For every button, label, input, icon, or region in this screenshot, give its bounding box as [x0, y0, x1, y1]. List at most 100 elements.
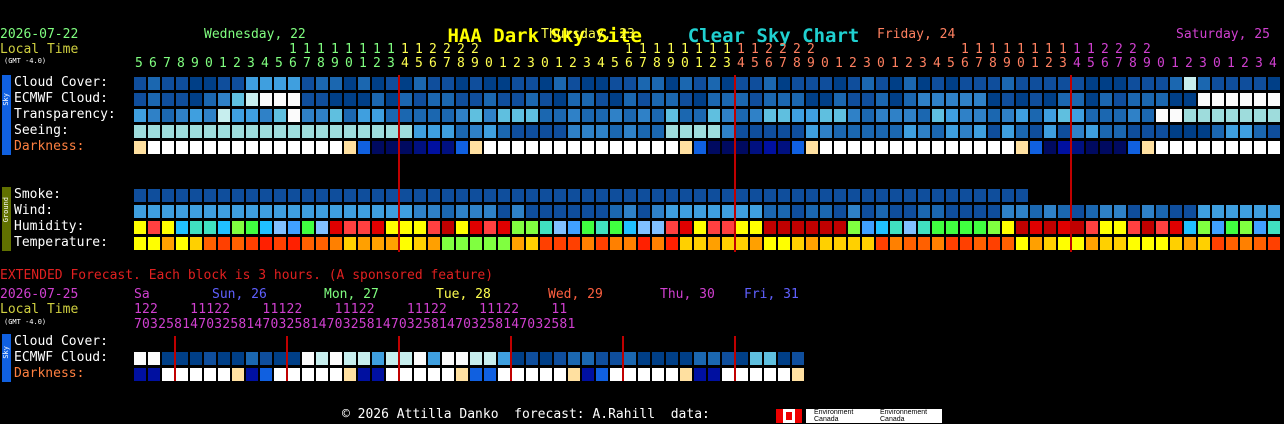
seeing-cell: [316, 125, 328, 138]
wind-cell: [1212, 205, 1224, 218]
smoke-cell: [526, 189, 538, 202]
ext-ecmwf-cloud-cell: [708, 352, 720, 365]
cloud-cover-cell: [624, 77, 636, 90]
hour-tens-digit: 2: [1129, 42, 1137, 57]
hour-digit: 9: [471, 56, 479, 71]
seeing-cell: [946, 125, 958, 138]
ext-darkness-cell: [512, 368, 524, 381]
hour-digit: 5: [275, 56, 283, 71]
humidity-cell: [288, 221, 300, 234]
wind-cell: [806, 205, 818, 218]
cloud-cover-cell: [876, 77, 888, 90]
humidity-cell: [1254, 221, 1266, 234]
temperature-cell: [316, 237, 328, 250]
ext-darkness-cell: [540, 368, 552, 381]
humidity-cell: [1170, 221, 1182, 234]
cloud-cover-cell: [218, 77, 230, 90]
ecmwf-cloud-cell: [960, 93, 972, 106]
darkness-cell: [680, 141, 692, 154]
ext-darkness-cell: [274, 368, 286, 381]
transparency-cell: [1100, 109, 1112, 122]
cloud-cover-cell: [134, 77, 146, 90]
transparency-cell: [442, 109, 454, 122]
smoke-cell: [498, 189, 510, 202]
smoke-cell: [708, 189, 720, 202]
transparency-cell: [862, 109, 874, 122]
wind-cell: [428, 205, 440, 218]
hour-digit: 3: [527, 56, 535, 71]
gmt-label: (GMT -4.0): [4, 57, 47, 65]
environment-canada-logo[interactable]: Environment Canada Environnement Canada: [806, 409, 942, 423]
transparency-cell: [428, 109, 440, 122]
cloud-cover-cell: [1198, 77, 1210, 90]
temperature-cell: [1016, 237, 1028, 250]
hour-digit: 5: [1087, 56, 1095, 71]
seeing-cell: [582, 125, 594, 138]
darkness-cell: [302, 141, 314, 154]
transparency-cell: [358, 109, 370, 122]
transparency-cell: [204, 109, 216, 122]
transparency-cell: [932, 109, 944, 122]
darkness-cell: [470, 141, 482, 154]
humidity-cell: [946, 221, 958, 234]
midnight-line: [398, 75, 400, 252]
temperature-cell: [330, 237, 342, 250]
ext-ecmwf-cloud-cell: [260, 352, 272, 365]
cloud-cover-cell: [526, 77, 538, 90]
seeing-cell: [1016, 125, 1028, 138]
smoke-cell: [246, 189, 258, 202]
hour-digit: 1: [695, 56, 703, 71]
hour-digit: 9: [191, 56, 199, 71]
transparency-cell: [526, 109, 538, 122]
hour-digit: 4: [1269, 56, 1277, 71]
ground-tag: Ground: [2, 187, 11, 251]
smoke-cell: [848, 189, 860, 202]
cloud-cover-cell: [848, 77, 860, 90]
darkness-cell: [764, 141, 776, 154]
humidity-cell: [1212, 221, 1224, 234]
ecmwf-cloud-cell: [1044, 93, 1056, 106]
wind-cell: [1226, 205, 1238, 218]
wind-cell: [974, 205, 986, 218]
wind-cell: [834, 205, 846, 218]
cloud-cover-cell: [722, 77, 734, 90]
humidity-cell: [274, 221, 286, 234]
transparency-cell: [260, 109, 272, 122]
smoke-cell: [456, 189, 468, 202]
ecmwf-cloud-cell: [190, 93, 202, 106]
ext-ecmwf-cloud-cell: [204, 352, 216, 365]
darkness-cell: [1044, 141, 1056, 154]
smoke-cell: [134, 189, 146, 202]
darkness-cell: [666, 141, 678, 154]
darkness-cell: [638, 141, 650, 154]
darkness-cell: [554, 141, 566, 154]
cloud-cover-cell: [1002, 77, 1014, 90]
darkness-cell: [400, 141, 412, 154]
temperature-cell: [162, 237, 174, 250]
seeing-cell: [288, 125, 300, 138]
hour-digit: 1: [555, 56, 563, 71]
hour-digit: 6: [149, 56, 157, 71]
ext-darkness-cell: [484, 368, 496, 381]
hour-tens-digit: 1: [961, 42, 969, 57]
ecmwf-cloud-cell: [470, 93, 482, 106]
transparency-cell: [540, 109, 552, 122]
ext-ecmwf-cloud-cell: [624, 352, 636, 365]
hour-tens-digit: 2: [429, 42, 437, 57]
cloud-cover-cell: [1030, 77, 1042, 90]
ext-ecmwf-cloud-cell: [344, 352, 356, 365]
transparency-cell: [1016, 109, 1028, 122]
darkness-cell: [1058, 141, 1070, 154]
transparency-cell: [288, 109, 300, 122]
humidity-cell: [1044, 221, 1056, 234]
darkness-cell: [1198, 141, 1210, 154]
seeing-cell: [1212, 125, 1224, 138]
seeing-cell: [666, 125, 678, 138]
cloud-cover-cell: [806, 77, 818, 90]
ecmwf-cloud-cell: [1170, 93, 1182, 106]
ecmwf-cloud-cell: [1086, 93, 1098, 106]
seeing-cell: [1072, 125, 1084, 138]
darkness-cell: [344, 141, 356, 154]
seeing-cell: [232, 125, 244, 138]
cloud-cover-cell: [918, 77, 930, 90]
